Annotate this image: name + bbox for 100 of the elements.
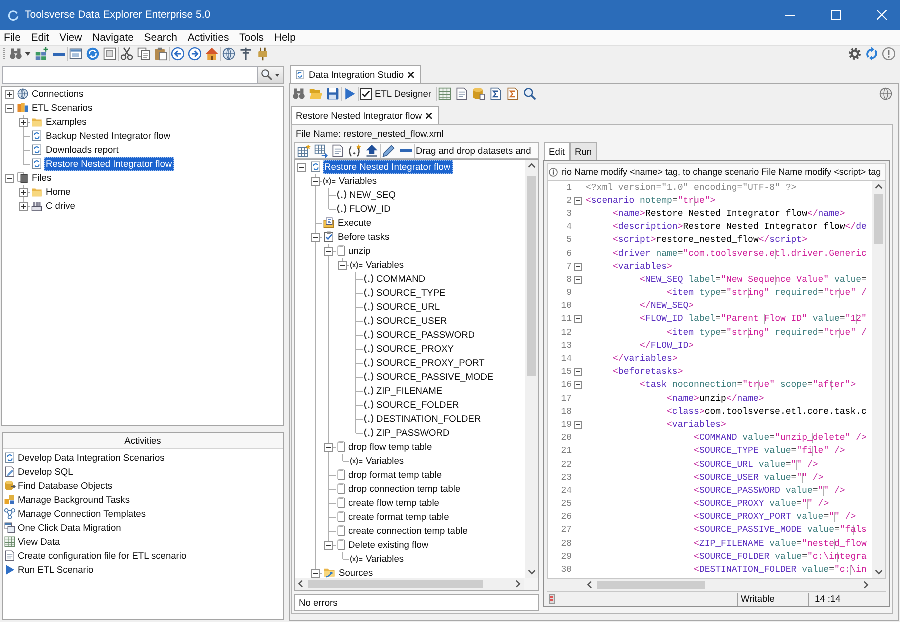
- activity-item[interactable]: One Click Data Migration: [18, 523, 122, 533]
- tree-item[interactable]: create connection temp table: [346, 524, 470, 538]
- tree-item[interactable]: C drive: [44, 199, 78, 213]
- horizontal-scrollbar[interactable]: [295, 578, 524, 590]
- tree-item[interactable]: FLOW_ID: [348, 202, 393, 216]
- tree-item[interactable]: Backup Nested Integrator flow: [44, 129, 173, 143]
- chevron-down-icon[interactable]: [874, 570, 882, 575]
- tree-item[interactable]: ETL Scenarios: [30, 101, 95, 115]
- expand-toggle[interactable]: [18, 118, 28, 126]
- tree-item[interactable]: drop format temp table: [346, 468, 444, 482]
- copy-icon[interactable]: [136, 47, 150, 61]
- tree-item[interactable]: Home: [44, 185, 73, 199]
- grid-plus-icon[interactable]: [34, 47, 48, 61]
- globe-icon[interactable]: [878, 87, 892, 101]
- globe-icon[interactable]: [222, 47, 236, 61]
- document-icon[interactable]: [455, 87, 469, 101]
- variable-icon[interactable]: [348, 144, 362, 158]
- frame-icon[interactable]: [102, 47, 116, 61]
- menu-item[interactable]: Navigate: [92, 32, 134, 44]
- document-tab[interactable]: Restore Nested Integrator flow: [291, 106, 440, 124]
- vertical-scrollbar[interactable]: [872, 181, 885, 578]
- tab[interactable]: Edit: [544, 142, 570, 160]
- search-button[interactable]: [258, 66, 284, 84]
- close-icon[interactable]: [408, 72, 414, 78]
- menu-item[interactable]: Help: [274, 32, 296, 44]
- tree-item[interactable]: Execute: [336, 216, 374, 230]
- binoculars-icon[interactable]: [292, 87, 306, 101]
- maximize-icon[interactable]: [831, 10, 841, 20]
- chevron-up-icon[interactable]: [874, 184, 882, 189]
- menu-item[interactable]: Edit: [31, 32, 50, 44]
- tree-item[interactable]: Examples: [44, 115, 89, 129]
- chevron-right-icon[interactable]: [864, 581, 869, 589]
- alert-icon[interactable]: [882, 47, 896, 61]
- tree-item[interactable]: Variables: [337, 174, 380, 188]
- clipboard-icon[interactable]: [154, 47, 168, 61]
- tree-item[interactable]: create format temp table: [346, 510, 452, 524]
- scrollbar-thumb[interactable]: [527, 176, 536, 376]
- collapse-toggle[interactable]: [297, 162, 306, 172]
- refresh-icon[interactable]: [86, 47, 100, 61]
- table-plus-icon[interactable]: [296, 144, 310, 158]
- menu-item[interactable]: File: [4, 32, 21, 44]
- sigma-document-icon[interactable]: [489, 87, 503, 101]
- vertical-scrollbar[interactable]: [525, 160, 538, 578]
- collapse-toggle[interactable]: [338, 260, 347, 270]
- tree-item[interactable]: ZIP_PASSWORD: [374, 426, 452, 440]
- scissors-icon[interactable]: [120, 47, 134, 61]
- activity-item[interactable]: Find Database Objects: [18, 481, 113, 491]
- tree-item[interactable]: Sources: [337, 566, 376, 580]
- tree-item[interactable]: Delete existing flow: [346, 538, 431, 552]
- expand-toggle[interactable]: [4, 90, 14, 98]
- tree-item[interactable]: Variables: [364, 552, 406, 566]
- signpost-icon[interactable]: [238, 47, 252, 61]
- collapse-toggle[interactable]: [574, 196, 582, 205]
- minus-icon[interactable]: [400, 149, 412, 152]
- tree-item[interactable]: ZIP_FILENAME: [374, 384, 445, 398]
- activity-item[interactable]: Manage Background Tasks: [18, 495, 130, 505]
- binoculars-icon[interactable]: [8, 47, 22, 61]
- tree-item[interactable]: Variables: [364, 258, 406, 272]
- chevron-right-icon[interactable]: [516, 580, 521, 588]
- collapse-toggle[interactable]: [574, 381, 582, 390]
- tree-item[interactable]: SOURCE_PASSWORD: [374, 328, 477, 342]
- checkbox[interactable]: [360, 88, 372, 100]
- plug-icon[interactable]: [256, 47, 270, 61]
- tab[interactable]: Data Integration Studio: [290, 65, 422, 83]
- tab[interactable]: Run: [570, 142, 598, 160]
- expand-toggle[interactable]: [18, 202, 28, 210]
- close-icon[interactable]: [426, 112, 432, 118]
- tree-item[interactable]: SOURCE_PROXY: [374, 342, 456, 356]
- scrollbar-thumb[interactable]: [597, 581, 705, 589]
- play-icon[interactable]: [342, 87, 356, 101]
- menu-item[interactable]: Tools: [240, 32, 264, 44]
- minus-icon[interactable]: [52, 52, 64, 56]
- collapse-toggle[interactable]: [574, 262, 582, 271]
- collapse-toggle[interactable]: [4, 104, 14, 112]
- collapse-toggle[interactable]: [310, 176, 320, 186]
- save-icon[interactable]: [326, 87, 340, 101]
- tree-item[interactable]: SOURCE_URL: [374, 300, 442, 314]
- database-icon[interactable]: [472, 87, 486, 101]
- tree-item[interactable]: create flow temp table: [346, 496, 442, 510]
- activity-item[interactable]: Manage Connection Templates: [18, 509, 146, 519]
- activity-item[interactable]: Develop Data Integration Scenarios: [18, 453, 165, 463]
- activity-item[interactable]: Run ETL Scenario: [18, 565, 94, 575]
- tree-item[interactable]: Downloads report: [44, 143, 121, 157]
- scrollbar-thumb[interactable]: [308, 580, 483, 588]
- collapse-toggle[interactable]: [574, 276, 582, 284]
- tree-item[interactable]: drop connection temp table: [346, 482, 463, 496]
- tree-item[interactable]: SOURCE_TYPE: [374, 286, 448, 300]
- forward-icon[interactable]: [188, 47, 202, 61]
- tree-item[interactable]: DESTINATION_FOLDER: [374, 412, 484, 426]
- tree-item[interactable]: Connections: [30, 87, 86, 101]
- search-field[interactable]: [2, 66, 258, 84]
- collapse-toggle[interactable]: [574, 420, 582, 429]
- tree-item[interactable]: Restore Nested Integrator flow: [322, 160, 453, 174]
- collapse-toggle[interactable]: [310, 568, 320, 578]
- chevron-down-icon[interactable]: [528, 570, 536, 575]
- activity-item[interactable]: Develop SQL: [18, 467, 74, 477]
- collapse-toggle[interactable]: [310, 232, 320, 242]
- menu-item[interactable]: Search: [144, 32, 178, 44]
- tree-item[interactable]: SOURCE_PASSIVE_MODE: [374, 370, 496, 384]
- collapse-toggle[interactable]: [574, 315, 582, 324]
